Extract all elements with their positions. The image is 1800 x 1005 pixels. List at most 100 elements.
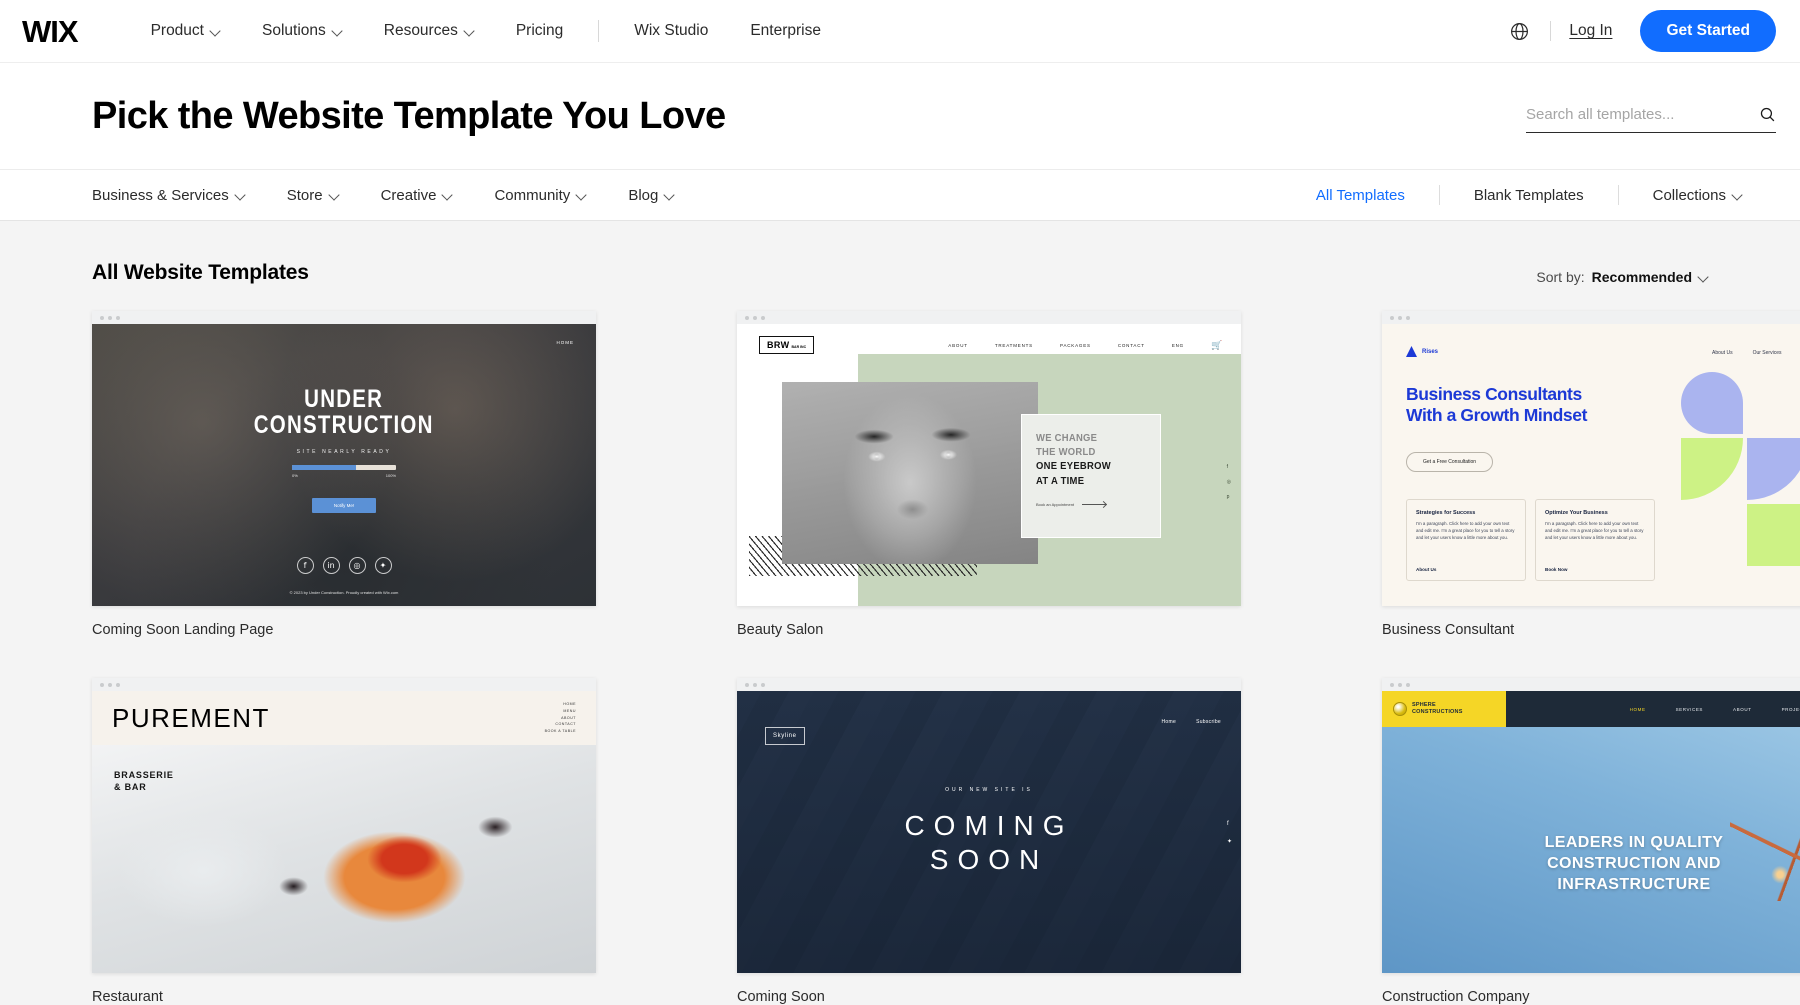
- nav-item-product[interactable]: Product: [130, 22, 241, 40]
- login-link[interactable]: Log In: [1569, 22, 1612, 40]
- preview-nav: ABOUT TREATMENTS PACKAGES CONTACT ENG 🛒: [948, 340, 1223, 351]
- preview-nav: HOME SERVICES ABOUT PROJECTS CONTACT: [1630, 691, 1800, 727]
- header-divider: [1550, 21, 1552, 41]
- filter-blog[interactable]: Blog: [628, 187, 674, 204]
- filter-label: Business & Services: [92, 186, 229, 204]
- template-name: Coming Soon: [737, 989, 825, 1005]
- site-header: WIX Product Solutions Resources Pricing …: [0, 0, 1800, 63]
- search-icon[interactable]: [1759, 106, 1776, 123]
- preview-headline-line2: SOON: [929, 844, 1049, 876]
- preview-headline-line1: Business Consultants: [1406, 384, 1582, 404]
- preview-nav-book-a-table: BOOK A TABLE: [544, 728, 576, 733]
- cart-icon: 🛒: [1210, 340, 1223, 350]
- sort-by-dropdown[interactable]: Sort by: Recommended: [1536, 269, 1708, 285]
- filter-label: Community: [494, 186, 571, 204]
- template-gallery: All Website Templates Sort by: Recommend…: [0, 221, 1800, 1005]
- twitter-icon: ✦: [1226, 839, 1232, 845]
- filter-community[interactable]: Community: [494, 187, 586, 204]
- tab-all-templates[interactable]: All Templates: [1282, 187, 1439, 204]
- nav-item-solutions[interactable]: Solutions: [241, 22, 363, 40]
- construction-hero: SPHERE CONSTRUCTIONS HOME SERVICES ABOUT…: [1382, 691, 1800, 973]
- preview-subhead: SITE NEARLY READY: [296, 448, 392, 455]
- template-card-coming-soon[interactable]: Skyline Home Subscribe OUR NEW SITE IS C…: [737, 678, 1241, 1005]
- wix-logo[interactable]: WIX: [22, 16, 79, 47]
- facebook-icon: f: [1226, 821, 1229, 827]
- chevron-down-icon: [330, 191, 339, 200]
- preview-screen: Skyline Home Subscribe OUR NEW SITE IS C…: [737, 691, 1241, 973]
- search-input[interactable]: [1526, 105, 1759, 123]
- header-actions: Log In Get Started: [1508, 10, 1776, 52]
- template-card-business-consultant[interactable]: Rises About Us Our Services Let's Talk L…: [1382, 311, 1800, 638]
- browser-dot: [100, 315, 104, 320]
- template-preview: Rises About Us Our Services Let's Talk L…: [1382, 311, 1800, 606]
- preview-line-1: WE CHANGE: [1036, 432, 1098, 444]
- template-name: Coming Soon Landing Page: [92, 622, 274, 638]
- twitter-icon: ✦: [374, 556, 392, 574]
- template-card-construction-company[interactable]: SPHERE CONSTRUCTIONS HOME SERVICES ABOUT…: [1382, 678, 1800, 1005]
- preview-logo-text: SPHERE CONSTRUCTIONS: [1412, 702, 1463, 717]
- chevron-down-icon: [333, 27, 342, 36]
- preview-nav-about: ABOUT: [948, 343, 968, 348]
- nav-item-resources[interactable]: Resources: [363, 22, 495, 40]
- preview-screen: BRW BAR INC ABOUT TREATMENTS PACKAGES CO…: [737, 324, 1241, 606]
- chevron-down-icon: [1699, 273, 1708, 282]
- template-card-beauty-salon[interactable]: BRW BAR INC ABOUT TREATMENTS PACKAGES CO…: [737, 311, 1241, 638]
- filter-business-services[interactable]: Business & Services: [92, 187, 245, 204]
- globe-icon[interactable]: [1508, 20, 1530, 42]
- browser-chrome: [737, 678, 1241, 691]
- template-name: Business Consultant: [1382, 622, 1515, 638]
- filter-store[interactable]: Store: [287, 187, 339, 204]
- preview-headline: COMING SOON: [737, 809, 1241, 877]
- preview-logo: Rises: [1406, 346, 1438, 357]
- browser-dot: [753, 682, 757, 687]
- preview-feature-cards: Strategies for Success I'm a paragraph. …: [1406, 499, 1655, 581]
- preview-line-4: AT A TIME: [1036, 474, 1085, 487]
- progress-max: 100%: [385, 472, 396, 478]
- preview-cta-button: Get a Free Consultation: [1406, 452, 1494, 472]
- browser-dot: [761, 682, 765, 687]
- get-started-button[interactable]: Get Started: [1640, 10, 1776, 52]
- browser-dot: [1390, 315, 1394, 320]
- browser-dot: [1398, 682, 1402, 687]
- browser-dot: [1398, 315, 1402, 320]
- brand-mark-icon: [1406, 346, 1417, 357]
- tab-blank-templates[interactable]: Blank Templates: [1440, 187, 1618, 204]
- filter-bar: Business & Services Store Creative Commu…: [0, 169, 1800, 221]
- browser-dot: [1406, 682, 1410, 687]
- preview-nav-contact: CONTACT: [555, 722, 576, 727]
- preview-headline: LEADERS IN QUALITY CONSTRUCTION AND INFR…: [1382, 833, 1800, 895]
- preview-headline-line2: CONSTRUCTION: [254, 411, 434, 440]
- preview-nav-about: ABOUT: [561, 715, 576, 720]
- browser-chrome: [737, 311, 1241, 324]
- preview-line-2: THE WORLD: [1036, 446, 1096, 459]
- preview-logo-line1: SPHERE: [1412, 701, 1436, 708]
- browser-dot: [108, 315, 112, 320]
- nav-item-enterprise[interactable]: Enterprise: [729, 22, 842, 40]
- feature-card-link: Book Now: [1545, 567, 1568, 572]
- filter-creative[interactable]: Creative: [381, 187, 453, 204]
- shape-icon: [1681, 438, 1743, 500]
- browser-dot: [1390, 682, 1394, 687]
- preview-nav: Home Subscribe: [1162, 719, 1221, 725]
- preview-logo-sub: BAR INC: [791, 345, 807, 349]
- preview-nav-home: HOME: [1629, 706, 1646, 712]
- nav-item-wix-studio[interactable]: Wix Studio: [613, 22, 729, 40]
- preview-subtitle-line2: & BAR: [114, 782, 147, 793]
- preview-nav: HOME MENU ABOUT CONTACT BOOK A TABLE: [545, 701, 576, 734]
- preview-portrait-image: [782, 382, 1038, 564]
- search-box[interactable]: [1526, 105, 1776, 133]
- template-card-restaurant[interactable]: PUREMENT HOME MENU ABOUT CONTACT BOOK A …: [92, 678, 596, 1005]
- feature-card-title: Strategies for Success: [1416, 510, 1476, 516]
- feature-card-link: About Us: [1416, 567, 1437, 572]
- template-card-coming-soon-landing-page[interactable]: HOME UNDER CONSTRUCTION SITE NEARLY READ…: [92, 311, 596, 638]
- preview-logo-text: Rises: [1422, 348, 1439, 355]
- preview-nav: About Us Our Services Let's Talk Log In: [1712, 348, 1800, 358]
- tab-collections[interactable]: Collections: [1619, 187, 1776, 204]
- preview-nav-home: HOME: [556, 340, 574, 345]
- tab-label: Collections: [1652, 186, 1726, 204]
- linkedin-icon: in: [322, 556, 340, 574]
- nav-item-pricing[interactable]: Pricing: [495, 22, 584, 40]
- browser-dot: [100, 682, 104, 687]
- preview-headline-line3: INFRASTRUCTURE: [1557, 875, 1711, 893]
- preview-headline-line2: CONSTRUCTION AND: [1547, 854, 1721, 872]
